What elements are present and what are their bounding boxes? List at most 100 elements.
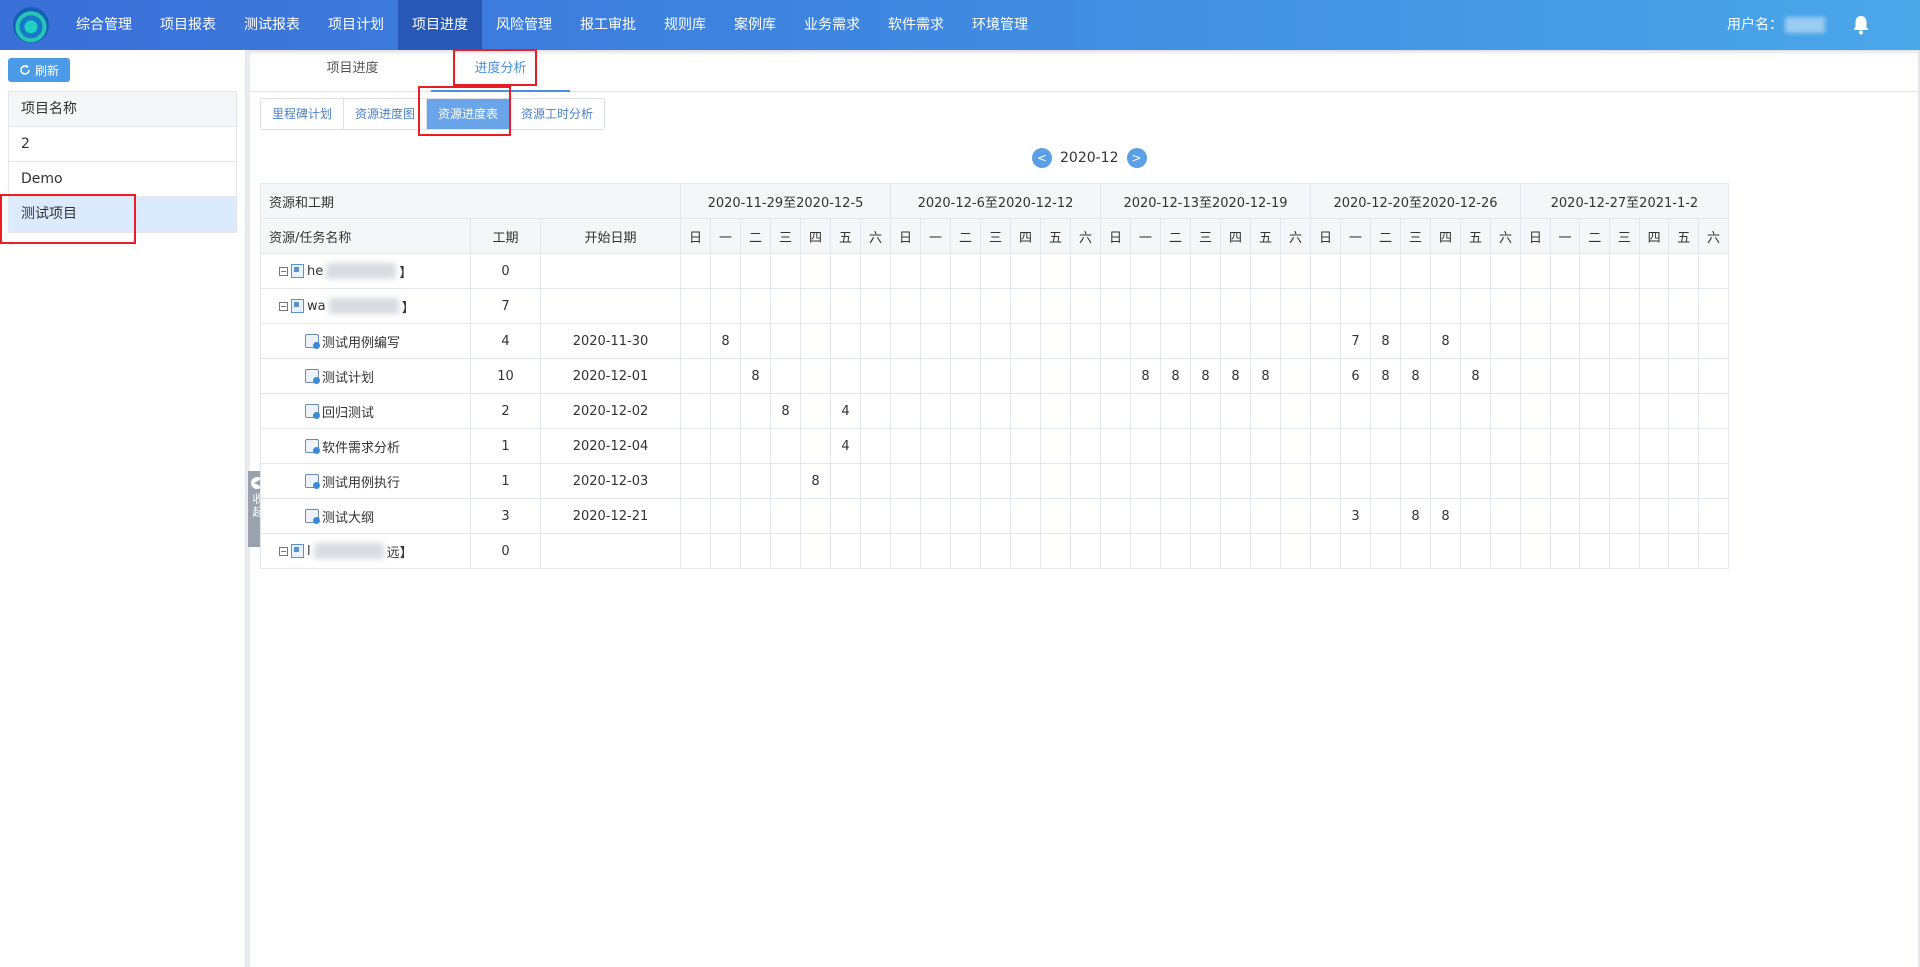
refresh-label: 刷新 [34,63,59,78]
task-row[interactable]: 测试计划 10 2020-12-01 8 8 8 8 8 8 6 8 8 8 [260,358,1729,394]
project-item[interactable]: 2 [9,127,236,162]
day-hours-cell [1280,288,1311,324]
day-hours-cell [1579,323,1611,359]
resource-row[interactable]: − he 】 0 [260,253,1729,289]
day-hours-cell [1040,323,1071,359]
task-row[interactable]: 测试大纲 3 2020-12-21 3 8 8 [260,498,1729,534]
task-name[interactable]: 测试大纲 [269,507,470,526]
day-hours-cell [710,428,741,464]
task-name[interactable]: 测试用例执行 [269,472,470,491]
day-hours-cell [1668,533,1700,569]
nav-item[interactable]: 报工审批 [566,0,650,50]
nav-item[interactable]: 软件需求 [874,0,958,50]
day-hours-cell [1549,498,1581,534]
project-item[interactable]: 测试项目 [9,197,236,232]
resource-name[interactable]: − l 远】 [269,542,470,561]
day-hours-cell [1460,533,1491,569]
refresh-button[interactable]: 刷新 [8,58,70,82]
collapse-toggle-icon[interactable]: − [279,301,288,311]
nav-item[interactable]: 规则库 [650,0,720,50]
task-row[interactable]: 测试用例编写 4 2020-11-30 8 7 8 8 [260,323,1729,359]
next-month-button[interactable]: > [1126,148,1147,168]
subtab[interactable]: 资源进度表 [427,99,511,129]
task-row[interactable]: 软件需求分析 1 2020-12-04 4 [260,428,1729,464]
collapse-toggle-icon[interactable]: − [279,546,288,556]
day-hours-cell [680,533,711,569]
day-hours-cell [1370,498,1401,534]
nav-item[interactable]: 案例库 [720,0,790,50]
task-name[interactable]: 软件需求分析 [269,437,470,456]
day-hours-cell [1460,288,1491,324]
day-hours-cell [740,253,771,289]
day-hours-cell [1280,533,1311,569]
day-hours-cell [1100,358,1131,394]
prev-month-button[interactable]: < [1032,148,1052,168]
task-row[interactable]: 回归测试 2 2020-12-02 8 4 [260,393,1729,429]
day-hours-cell [1609,288,1640,324]
day-hours-cell [1609,533,1640,569]
day-hours-cell [920,358,951,394]
day-hours-cell [890,253,921,289]
day-hours-cell [1250,428,1281,464]
day-hours-cell [1070,463,1101,499]
subtab[interactable]: 里程碑计划 [261,99,345,129]
resource-row[interactable]: − wa 】 7 [260,288,1729,324]
day-hours-cell [1698,323,1729,359]
day-hours-cell [1549,288,1581,324]
collapse-toggle-icon[interactable]: − [279,266,288,276]
nav-item[interactable]: 综合管理 [62,0,146,50]
nav-item[interactable]: 测试报表 [230,0,314,50]
day-hours-cell: 8 [1130,358,1161,394]
weekday-header: 四 [1638,218,1670,254]
start-date-cell: 2020-12-02 [540,393,681,429]
nav-item[interactable]: 项目报表 [146,0,230,50]
bell-icon[interactable] [1852,15,1870,35]
day-hours-cell [710,358,741,394]
day-hours-cell [1370,463,1401,499]
day-hours-cell [1668,288,1700,324]
nav-item[interactable]: 环境管理 [958,0,1042,50]
day-hours-cell [1190,253,1221,289]
day-hours-cell [1430,533,1461,569]
start-date-cell: 2020-12-21 [540,498,681,534]
tab-project-progress[interactable]: 项目进度 [290,50,415,92]
resource-name[interactable]: − he 】 [269,262,470,281]
user-info[interactable]: 用户名： [1727,0,1825,50]
weekday-header: 四 [1430,218,1461,254]
task-name[interactable]: 测试计划 [269,367,470,386]
day-hours-cell [920,428,951,464]
project-list-header: 项目名称 [9,92,236,127]
day-hours-cell [890,288,921,324]
subtab[interactable]: 资源进度图 [344,99,428,129]
task-name[interactable]: 测试用例编写 [269,332,470,351]
nav-item[interactable]: 项目进度 [398,0,482,50]
project-item[interactable]: Demo [9,162,236,197]
project-list: 项目名称 2 Demo 测试项目 [8,91,237,233]
resource-name[interactable]: − wa 】 [269,297,470,316]
tab-bar: 项目进度 进度分析 [250,50,1920,92]
tab-progress-analysis[interactable]: 进度分析 [431,50,570,92]
day-hours-cell [860,323,891,359]
nav-item[interactable]: 项目计划 [314,0,398,50]
task-name[interactable]: 回归测试 [269,402,470,421]
day-hours-cell [980,253,1011,289]
nav-item[interactable]: 业务需求 [790,0,874,50]
weekday-header: 五 [1460,218,1491,254]
day-hours-cell [1400,253,1431,289]
day-hours-cell [980,288,1011,324]
app-logo[interactable] [0,0,62,50]
nav-item[interactable]: 风险管理 [482,0,566,50]
resource-row[interactable]: − l 远】 0 [260,533,1729,569]
day-hours-cell: 8 [1220,358,1251,394]
day-hours-cell [1160,498,1191,534]
day-hours-cell [1070,253,1101,289]
day-hours-cell [860,393,891,429]
subtab[interactable]: 资源工时分析 [510,99,605,129]
day-hours-cell [1520,323,1551,359]
day-hours-cell: 8 [1160,358,1191,394]
task-label: 测试计划 [322,370,375,386]
day-hours-cell [800,533,831,569]
day-hours-cell [1100,498,1131,534]
day-hours-cell [770,463,801,499]
task-row[interactable]: 测试用例执行 1 2020-12-03 8 [260,463,1729,499]
